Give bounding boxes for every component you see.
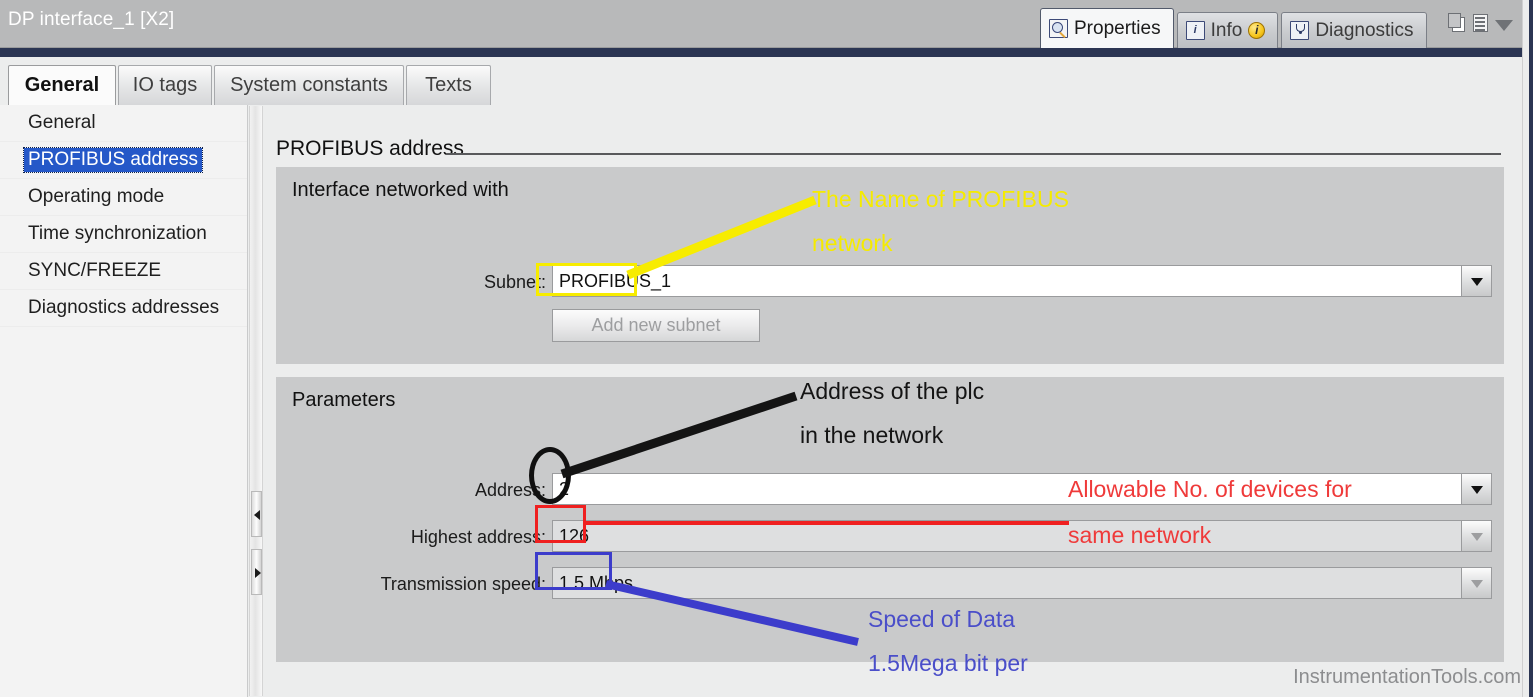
window-controls — [1448, 13, 1513, 32]
address-annotation-line2: in the network — [800, 422, 944, 448]
transmission-speed-annotation-line1: Speed of Data — [868, 606, 1016, 632]
chevron-down-icon[interactable] — [1495, 19, 1513, 31]
tab-texts[interactable]: Texts — [406, 65, 491, 105]
highest-address-dropdown-arrow-icon[interactable] — [1461, 521, 1491, 551]
tab-diagnostics-label: Diagnostics — [1315, 20, 1414, 41]
editor-tabrow: General IO tags System constants Texts — [0, 57, 1533, 105]
add-new-subnet-label: Add new subnet — [591, 315, 721, 335]
chevron-right-icon — [255, 568, 261, 578]
highest-address-leader-line — [584, 521, 1069, 525]
sidebar-item-general-label: General — [28, 112, 96, 133]
splitter-collapse-left-button[interactable] — [251, 491, 262, 537]
tab-properties[interactable]: Properties — [1040, 8, 1174, 48]
sidebar-item-time-synchronization-label: Time synchronization — [28, 223, 207, 244]
sidebar-item-sync-freeze-label: SYNC/FREEZE — [28, 260, 162, 281]
tab-diagnostics[interactable]: Diagnostics — [1281, 12, 1427, 48]
property-tabstrip: Properties i Info i Diagnostics — [1040, 8, 1430, 48]
tab-system-constants[interactable]: System constants — [214, 65, 404, 105]
tab-info[interactable]: i Info i — [1176, 12, 1279, 48]
highest-address-annotation-line1: Allowable No. of devices for — [1068, 476, 1352, 502]
tab-general-label: General — [24, 74, 100, 96]
restore-icon[interactable] — [1448, 13, 1466, 32]
add-new-subnet-button[interactable]: Add new subnet — [552, 309, 760, 342]
tia-portal-properties-window: DP interface_1 [X2] Properties i Info i … — [0, 0, 1533, 697]
sidebar-item-sync-freeze[interactable]: SYNC/FREEZE — [0, 253, 247, 290]
tab-info-label: Info — [1210, 20, 1243, 41]
sidebar-item-diagnostics-addresses[interactable]: Diagnostics addresses — [0, 290, 247, 327]
splitter-collapse-right-button[interactable] — [251, 549, 262, 595]
subnet-label: Subnet: — [483, 272, 546, 292]
highest-address-value: 126 — [559, 525, 590, 546]
transmission-speed-annotation-line2: 1.5Mega bit per — [868, 650, 1028, 676]
group-interface-networked-with-title: Interface networked with — [292, 179, 509, 201]
list-icon[interactable] — [1473, 13, 1488, 32]
subnet-annotation-line2: network — [812, 230, 893, 256]
sidebar-item-profibus-address-label: PROFIBUS address — [23, 147, 203, 173]
right-accent-band — [1529, 0, 1533, 697]
subnet-dropdown-arrow-icon[interactable] — [1461, 266, 1491, 296]
address-dropdown-arrow-icon[interactable] — [1461, 474, 1491, 504]
properties-icon — [1049, 19, 1068, 38]
address-annotation-line1: Address of the plc — [800, 378, 985, 404]
watermark: InstrumentationTools.com — [1293, 666, 1521, 688]
tab-io-tags[interactable]: IO tags — [118, 65, 212, 105]
highest-address-annotation-line2: same network — [1068, 522, 1212, 548]
group-parameters-title: Parameters — [292, 389, 396, 411]
sidebar-item-diagnostics-addresses-label: Diagnostics addresses — [28, 297, 220, 318]
tab-io-tags-label: IO tags — [132, 74, 198, 96]
sidebar-item-general[interactable]: General — [0, 105, 247, 142]
transmission-speed-label: Transmission speed: — [380, 574, 546, 594]
info-icon: i — [1185, 21, 1205, 40]
page-title: PROFIBUS address — [276, 137, 464, 160]
sidebar-item-operating-mode-label: Operating mode — [28, 186, 165, 207]
transmission-speed-combobox[interactable]: 1.5 Mbps — [552, 567, 1492, 599]
address-label: Address: — [474, 480, 546, 500]
highest-address-label: Highest address: — [410, 527, 546, 547]
tab-system-constants-label: System constants — [230, 74, 388, 96]
chevron-left-icon — [254, 510, 260, 520]
tab-properties-label: Properties — [1074, 18, 1161, 39]
diagnostics-icon — [1290, 21, 1310, 40]
subnet-combobox[interactable]: PROFIBUS_1 — [552, 265, 1492, 297]
properties-sidebar: General PROFIBUS address Operating mode … — [0, 105, 248, 697]
accent-band — [0, 48, 1533, 57]
tab-general[interactable]: General — [8, 65, 116, 105]
tab-texts-label: Texts — [425, 74, 472, 96]
sidebar-item-time-synchronization[interactable]: Time synchronization — [0, 216, 247, 253]
transmission-speed-value: 1.5 Mbps — [559, 572, 634, 593]
transmission-speed-dropdown-arrow-icon[interactable] — [1461, 568, 1491, 598]
sidebar-item-profibus-address[interactable]: PROFIBUS address — [0, 142, 247, 179]
subnet-value: PROFIBUS_1 — [559, 270, 672, 291]
info-badge-icon: i — [1248, 22, 1266, 39]
window-titlebar: DP interface_1 [X2] Properties i Info i … — [0, 0, 1533, 48]
subnet-annotation-line1: The Name of PROFIBUS — [812, 186, 1069, 212]
panel-splitter[interactable] — [249, 106, 263, 696]
window-title: DP interface_1 [X2] — [8, 9, 175, 30]
page-title-rule — [446, 153, 1501, 155]
sidebar-item-operating-mode[interactable]: Operating mode — [0, 179, 247, 216]
